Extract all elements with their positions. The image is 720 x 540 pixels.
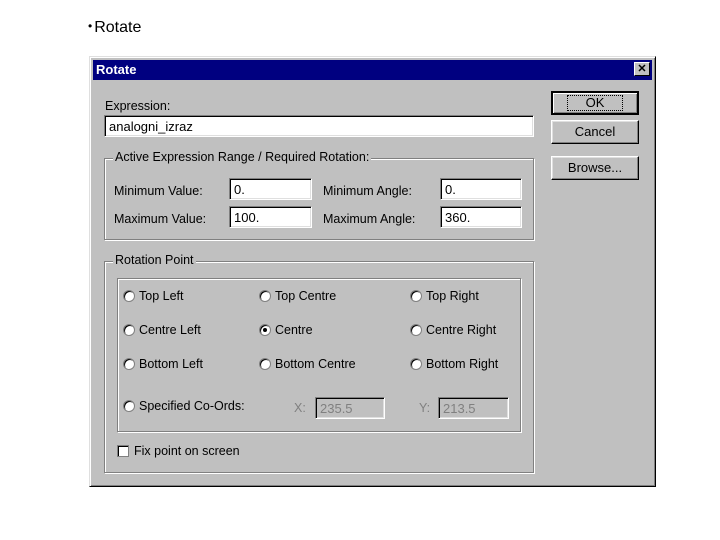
slide-title-text: Rotate (94, 19, 142, 36)
y-coord-label: Y: (419, 401, 431, 415)
radio-bottom-left[interactable]: Bottom Left (123, 357, 203, 371)
expression-label: Expression: (105, 99, 171, 113)
radio-button-icon (410, 290, 422, 302)
radio-button-icon (259, 290, 271, 302)
radio-label: Bottom Left (139, 357, 203, 371)
radio-label: Top Left (139, 289, 184, 303)
x-coord-input[interactable]: 235.5 (315, 397, 385, 419)
radio-label: Centre (275, 323, 313, 337)
max-angle-label: Maximum Angle: (323, 212, 416, 226)
browse-button[interactable]: Browse... (551, 156, 639, 180)
radio-label: Centre Right (426, 323, 497, 337)
radio-button-icon (410, 358, 422, 370)
cancel-button[interactable]: Cancel (551, 120, 639, 144)
ok-button[interactable]: OK (551, 91, 639, 115)
fix-point-label: Fix point on screen (134, 444, 240, 458)
dialog-title: Rotate (96, 62, 137, 77)
radio-label: Top Centre (275, 289, 337, 303)
rotate-dialog: Rotate ✕ Expression: analogni_izraz OK C… (89, 56, 656, 487)
radio-centre-left[interactable]: Centre Left (123, 323, 201, 337)
radio-label: Specified Co-Ords: (139, 399, 245, 413)
bullet: • (88, 19, 93, 33)
radio-button-icon (123, 358, 135, 370)
radio-button-icon (123, 324, 135, 336)
radio-label: Bottom Centre (275, 357, 356, 371)
radio-label: Top Right (426, 289, 479, 303)
min-angle-input[interactable]: 0. (440, 178, 522, 200)
radio-label: Bottom Right (426, 357, 499, 371)
radio-button-icon (259, 358, 271, 370)
slide-title: • Rotate (88, 19, 141, 37)
radio-bottom-centre[interactable]: Bottom Centre (259, 357, 356, 371)
dialog-titlebar[interactable]: Rotate ✕ (93, 60, 652, 80)
checkbox-icon (117, 445, 129, 457)
min-value-input[interactable]: 0. (229, 178, 312, 200)
min-value-label: Minimum Value: (114, 184, 203, 198)
ok-button-label: OK (566, 95, 624, 111)
expression-input[interactable]: analogni_izraz (104, 115, 534, 137)
radio-selected-icon (259, 324, 271, 336)
y-coord-input[interactable]: 213.5 (438, 397, 509, 419)
range-group-title: Active Expression Range / Required Rotat… (113, 150, 372, 164)
radio-label: Centre Left (139, 323, 201, 337)
radio-top-right[interactable]: Top Right (410, 289, 479, 303)
max-angle-input[interactable]: 360. (440, 206, 522, 228)
rotation-point-title: Rotation Point (113, 253, 196, 267)
radio-centre-right[interactable]: Centre Right (410, 323, 496, 337)
radio-button-icon (123, 290, 135, 302)
radio-button-icon (123, 400, 135, 412)
radio-top-left[interactable]: Top Left (123, 289, 183, 303)
radio-bottom-right[interactable]: Bottom Right (410, 357, 498, 371)
radio-button-icon (410, 324, 422, 336)
fix-point-checkbox[interactable]: Fix point on screen (117, 444, 240, 458)
x-coord-label: X: (294, 401, 306, 415)
min-angle-label: Minimum Angle: (323, 184, 412, 198)
close-icon[interactable]: ✕ (634, 62, 650, 76)
radio-specified-coords[interactable]: Specified Co-Ords: (123, 399, 245, 413)
max-value-label: Maximum Value: (114, 212, 207, 226)
max-value-input[interactable]: 100. (229, 206, 312, 228)
radio-top-centre[interactable]: Top Centre (259, 289, 336, 303)
radio-centre[interactable]: Centre (259, 323, 313, 337)
